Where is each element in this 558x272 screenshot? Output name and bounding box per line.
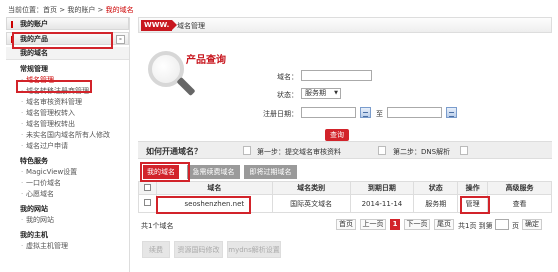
- sidebar-group-title: 我的主机: [20, 231, 48, 239]
- howto-bar: 如何开通域名？ 第一步：提交域名审核资料 第二步：DNS解析: [138, 141, 552, 159]
- breadcrumb-account[interactable]: 我的账户: [67, 6, 95, 14]
- sidebar-item-transfer-registrar[interactable]: 域名转移注册商管理: [6, 86, 129, 97]
- regdate-end-input[interactable]: [387, 107, 442, 118]
- sidebar-item-magicview[interactable]: MagicView设置: [6, 167, 129, 178]
- panel-header: WWW. 域名管理: [138, 17, 552, 33]
- first-page-button[interactable]: 首页: [336, 219, 356, 230]
- domain-label: 域名：: [277, 73, 298, 81]
- sidebar-item-domain-management[interactable]: 域名管理: [6, 75, 129, 86]
- sidebar-item-owner-change[interactable]: 未实名国内域名所有人修改: [6, 130, 129, 141]
- status-select[interactable]: 服务期: [301, 88, 341, 99]
- step-checkbox-icon: [460, 146, 468, 155]
- domain-count: 共1个域名: [141, 222, 174, 230]
- row-checkbox[interactable]: [138, 194, 157, 213]
- collapse-icon[interactable]: -: [116, 35, 125, 44]
- howto-step1: 第一步：提交域名审核资料: [257, 148, 341, 156]
- breadcrumb-separator: >: [95, 6, 106, 14]
- page-info: 共1页 到第: [458, 222, 493, 230]
- domain-input[interactable]: [301, 70, 372, 81]
- calendar-icon[interactable]: [446, 107, 457, 118]
- product-query: 产品查询 域名： 状态： 服务期 注册日期： 至 查询: [138, 33, 552, 143]
- prev-page-button[interactable]: 上一页: [360, 219, 386, 230]
- resource-code-button[interactable]: 资源国码修改: [174, 241, 223, 258]
- regdate-start-input[interactable]: [301, 107, 356, 118]
- query-title: 产品查询: [186, 55, 226, 66]
- renew-button[interactable]: 续费: [142, 241, 170, 258]
- checkbox-icon[interactable]: [143, 199, 151, 206]
- sidebar-my-products-label: 我的产品: [20, 35, 48, 43]
- next-page-button[interactable]: 下一页: [404, 219, 430, 230]
- sidebar-my-account[interactable]: 我的账户: [6, 17, 129, 30]
- breadcrumb-prefix: 当前位置：: [8, 6, 43, 14]
- sidebar-group-title: 特色服务: [20, 157, 48, 165]
- column-header: 高级服务: [487, 181, 552, 195]
- breadcrumb-separator: >: [57, 6, 68, 14]
- howto-title: 如何开通域名？: [146, 147, 202, 156]
- status-cell: 服务期: [413, 194, 459, 213]
- sidebar-item-review-materials[interactable]: 域名审核资料管理: [6, 97, 129, 108]
- sidebar-my-account-label: 我的账户: [20, 20, 48, 28]
- view-link[interactable]: 查看: [487, 194, 552, 213]
- last-page-button[interactable]: 尾页: [434, 219, 454, 230]
- magnifier-handle-icon: [176, 76, 196, 97]
- red-marker: [11, 21, 13, 28]
- go-button[interactable]: 确定: [522, 219, 542, 230]
- select-all-checkbox[interactable]: [138, 181, 157, 195]
- sidebar-item-my-website[interactable]: 我的网站: [6, 215, 129, 226]
- to-label: 至: [376, 110, 383, 118]
- tab-renew-urgent[interactable]: 急需续费域名: [187, 165, 240, 179]
- column-header: 域名: [155, 181, 273, 195]
- page-jump-input[interactable]: [495, 219, 509, 230]
- sidebar-item-wishlist[interactable]: 心愿域名: [6, 189, 129, 200]
- sidebar-my-products[interactable]: 我的产品 -: [6, 32, 129, 45]
- step-checkbox-icon: [243, 146, 251, 155]
- main-panel: WWW. 域名管理 产品查询 域名： 状态： 服务期 注册日期： 至 查询 如何…: [138, 17, 552, 258]
- sidebar-my-domains[interactable]: 我的域名: [6, 47, 129, 60]
- www-logo: WWW.: [141, 20, 178, 31]
- sidebar-group-title: 常规管理: [20, 65, 48, 73]
- sidebar: 我的账户 我的产品 - 我的域名 常规管理 域名管理 域名转移注册商管理 域名审核…: [6, 17, 130, 272]
- query-button[interactable]: 查询: [325, 129, 349, 141]
- tab-my-domains[interactable]: 我的域名: [143, 165, 179, 179]
- page-unit: 页: [512, 222, 519, 230]
- calendar-icon[interactable]: [360, 107, 371, 118]
- red-marker: [11, 36, 13, 43]
- domain-cell[interactable]: seoshenzhen.net: [155, 194, 273, 213]
- sidebar-group-title: 我的网站: [20, 205, 48, 213]
- column-header: 到期日期: [349, 181, 415, 195]
- column-header: 域名类别: [271, 181, 351, 195]
- sidebar-item-transfer-out[interactable]: 域名管理权转出: [6, 119, 129, 130]
- expiry-cell: 2014-11-14: [349, 194, 415, 213]
- breadcrumb-current: 我的域名: [105, 6, 134, 14]
- mydns-button[interactable]: mydns解析设置: [227, 241, 281, 258]
- pager: 共1个域名 首页 上一页 1 下一页 尾页 共1页 到第 页 确定: [138, 218, 552, 232]
- checkbox-icon[interactable]: [143, 183, 151, 191]
- step-checkbox-icon: [378, 146, 386, 155]
- column-header: 操作: [457, 181, 489, 195]
- sidebar-item-transfer-in[interactable]: 域名管理权转入: [6, 108, 129, 119]
- domain-table: 域名 域名类别 到期日期 状态 操作 高级服务 seoshenzhen.net …: [138, 181, 552, 213]
- breadcrumb-home[interactable]: 首页: [43, 6, 57, 14]
- table-header-row: 域名 域名类别 到期日期 状态 操作 高级服务: [138, 181, 552, 195]
- manage-link[interactable]: 管理: [457, 194, 489, 213]
- sidebar-item-fixed-price[interactable]: 一口价域名: [6, 178, 129, 189]
- status-label: 状态：: [277, 91, 298, 99]
- sidebar-item-ownership-transfer[interactable]: 域名过户申请: [6, 141, 129, 152]
- table-row: seoshenzhen.net 国际英文域名 2014-11-14 服务期 管理…: [138, 194, 552, 213]
- howto-step2: 第二步：DNS解析: [393, 148, 451, 156]
- breadcrumb: 当前位置：首页 > 我的账户 > 我的域名: [8, 5, 134, 15]
- sidebar-item-virtual-host[interactable]: 虚拟主机管理: [6, 241, 129, 252]
- type-cell: 国际英文域名: [271, 194, 351, 213]
- current-page[interactable]: 1: [390, 219, 400, 230]
- column-header: 状态: [413, 181, 459, 195]
- regdate-label: 注册日期：: [263, 110, 298, 118]
- tab-expiring[interactable]: 即将过期域名: [244, 165, 297, 179]
- status-select-value: 服务期: [305, 89, 326, 97]
- panel-title: 域名管理: [177, 22, 205, 30]
